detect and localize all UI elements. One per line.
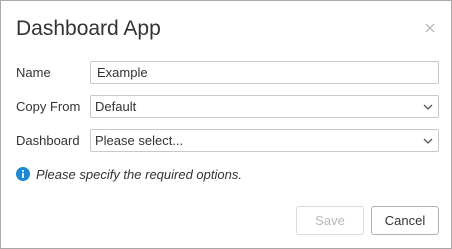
info-message: Please specify the required options.	[16, 166, 242, 182]
copy-from-select[interactable]: Default	[90, 95, 439, 118]
cancel-button[interactable]: Cancel	[371, 206, 439, 235]
info-text: Please specify the required options.	[36, 166, 242, 182]
dashboard-select[interactable]: Please select...	[90, 129, 439, 152]
close-icon[interactable]	[421, 19, 439, 37]
chevron-down-icon	[423, 136, 433, 146]
copy-from-value: Default	[95, 99, 137, 114]
dashboard-value: Please select...	[95, 133, 184, 148]
copy-from-label: Copy From	[16, 99, 81, 114]
save-button[interactable]: Save	[296, 206, 364, 235]
dialog-title: Dashboard App	[16, 17, 161, 40]
chevron-down-icon	[423, 102, 433, 112]
name-input[interactable]	[90, 61, 439, 84]
name-label: Name	[16, 65, 51, 80]
dashboard-app-dialog: Dashboard App Name Copy From Default Das…	[0, 0, 452, 249]
info-icon	[16, 167, 30, 181]
dashboard-label: Dashboard	[16, 133, 80, 148]
